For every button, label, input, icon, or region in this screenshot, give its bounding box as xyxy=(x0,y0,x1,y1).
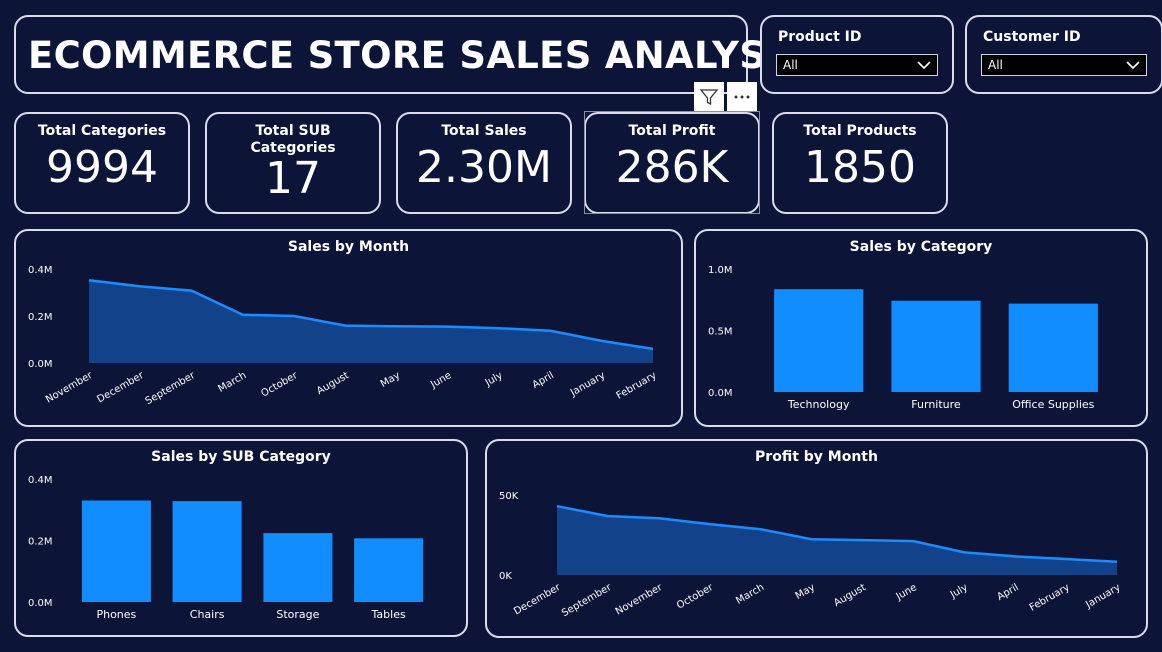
x-tick-label: January xyxy=(1083,582,1122,611)
x-tick-label: April xyxy=(531,370,556,391)
sales-by-category-plot: 0.0M 0.5M 1.0M Technology Furniture Office Su… xyxy=(708,265,1098,411)
kpi-total-sales[interactable]: Total Sales 2.30M xyxy=(396,112,572,214)
customer-id-slicer: Customer ID All xyxy=(965,15,1162,94)
x-tick-label: November xyxy=(614,582,665,618)
slicer-label: Product ID xyxy=(778,29,862,45)
kpi-value: 1850 xyxy=(804,142,916,193)
title-panel: ECOMMERCE STORE SALES ANALYSIS xyxy=(14,15,807,94)
sales-by-category-chart[interactable]: Sales by Category 0.0M 0.5M 1.0M Technology… xyxy=(694,229,1148,427)
y-tick-label: 0.4M xyxy=(28,475,53,486)
profit-by-month-chart[interactable]: Profit by Month 0K 50K December September No… xyxy=(485,439,1148,638)
kpi-value: 17 xyxy=(265,153,321,204)
x-tick-label: February xyxy=(615,370,659,402)
bar xyxy=(81,500,151,602)
chevron-down-icon xyxy=(917,61,931,70)
profit-by-month-plot: 0K 50K DecemberSeptember November October Mar… xyxy=(499,491,1123,620)
kpi-total-sub-categories[interactable]: Total SUB Categories 17 xyxy=(205,112,381,214)
y-tick-label: 0.0M xyxy=(708,388,733,399)
kpi-value: 286K xyxy=(615,142,729,193)
bar xyxy=(1008,303,1098,392)
sales-by-sub-category-plot: 0.0M 0.2M 0.4M Phones Chairs Storage Tables xyxy=(28,475,424,621)
x-tick-label: Furniture xyxy=(911,398,961,411)
filter-button[interactable] xyxy=(694,82,724,111)
bar xyxy=(263,533,333,602)
more-options-icon xyxy=(734,95,750,98)
customer-id-dropdown[interactable]: All xyxy=(981,54,1147,76)
x-tick-label: September xyxy=(144,370,198,408)
slicer-value: All xyxy=(988,58,1003,72)
x-tick-label: Phones xyxy=(96,608,136,621)
x-tick-label: August xyxy=(832,582,868,609)
x-tick-label: June xyxy=(894,582,919,603)
x-tick-label: November xyxy=(44,370,95,406)
x-tick-label: September xyxy=(560,582,614,620)
chevron-down-icon xyxy=(1126,61,1140,70)
visual-toolbar xyxy=(694,82,757,111)
bar xyxy=(354,538,424,602)
x-tick-label: July xyxy=(948,582,970,601)
x-tick-label: Chairs xyxy=(190,608,225,621)
y-tick-label: 50K xyxy=(499,491,519,502)
x-tick-label: October xyxy=(675,582,716,612)
x-tick-label: April xyxy=(995,582,1020,603)
kpi-label: Total SUB Categories xyxy=(250,123,336,156)
x-tick-label: December xyxy=(512,582,563,618)
page-title: ECOMMERCE STORE SALES ANALYSIS xyxy=(28,34,808,77)
x-tick-label: June xyxy=(428,370,453,391)
bar xyxy=(774,289,864,392)
y-tick-label: 0K xyxy=(499,571,512,582)
x-tick-label: February xyxy=(1028,582,1072,614)
x-tick-label: Storage xyxy=(276,608,319,621)
kpi-label: Total Products xyxy=(803,123,917,139)
bar xyxy=(172,501,242,602)
kpi-label: Total Sales xyxy=(441,123,527,139)
product-id-dropdown[interactable]: All xyxy=(776,54,938,76)
kpi-label: Total Profit xyxy=(628,123,716,139)
series-area xyxy=(89,280,653,363)
x-tick-label: January xyxy=(568,370,607,399)
y-tick-label: 0.0M xyxy=(28,359,53,370)
sales-by-sub-category-chart[interactable]: Sales by SUB Category 0.0M 0.2M 0.4M Phones… xyxy=(14,439,468,637)
x-tick-label: March xyxy=(216,370,248,395)
x-tick-label: May xyxy=(379,370,402,390)
kpi-total-categories[interactable]: Total Categories 9994 xyxy=(14,112,190,214)
x-tick-label: December xyxy=(95,370,146,406)
slicer-label: Customer ID xyxy=(983,29,1081,45)
y-tick-label: 0.2M xyxy=(28,312,53,323)
kpi-value: 9994 xyxy=(46,142,158,193)
sales-by-month-chart[interactable]: Sales by Month 0.0M 0.2M 0.4M November Decem… xyxy=(14,229,683,427)
x-tick-label: Office Supplies xyxy=(1012,398,1094,411)
y-tick-label: 0.4M xyxy=(28,265,53,276)
x-tick-label: Tables xyxy=(371,608,406,621)
x-tick-label: July xyxy=(483,370,505,389)
sales-by-month-plot: 0.0M 0.2M 0.4M November DecemberSeptember Mar… xyxy=(28,265,659,408)
x-tick-label: May xyxy=(794,582,817,602)
y-tick-label: 0.2M xyxy=(28,537,53,548)
x-tick-label: Technology xyxy=(787,398,850,411)
slicer-value: All xyxy=(783,58,798,72)
y-tick-label: 1.0M xyxy=(708,265,733,276)
kpi-value: 2.30M xyxy=(416,142,552,193)
product-id-slicer: Product ID All xyxy=(760,15,954,94)
x-tick-label: March xyxy=(734,582,766,607)
bar xyxy=(891,300,981,392)
x-tick-label: October xyxy=(259,370,300,400)
more-options-button[interactable] xyxy=(727,82,757,111)
y-tick-label: 0.0M xyxy=(28,598,53,609)
kpi-total-profit[interactable]: Total Profit 286K xyxy=(584,112,760,214)
x-tick-label: August xyxy=(315,370,351,397)
filter-icon xyxy=(699,88,719,105)
kpi-total-products[interactable]: Total Products 1850 xyxy=(772,112,948,214)
y-tick-label: 0.5M xyxy=(708,327,733,338)
kpi-label: Total Categories xyxy=(37,123,167,139)
